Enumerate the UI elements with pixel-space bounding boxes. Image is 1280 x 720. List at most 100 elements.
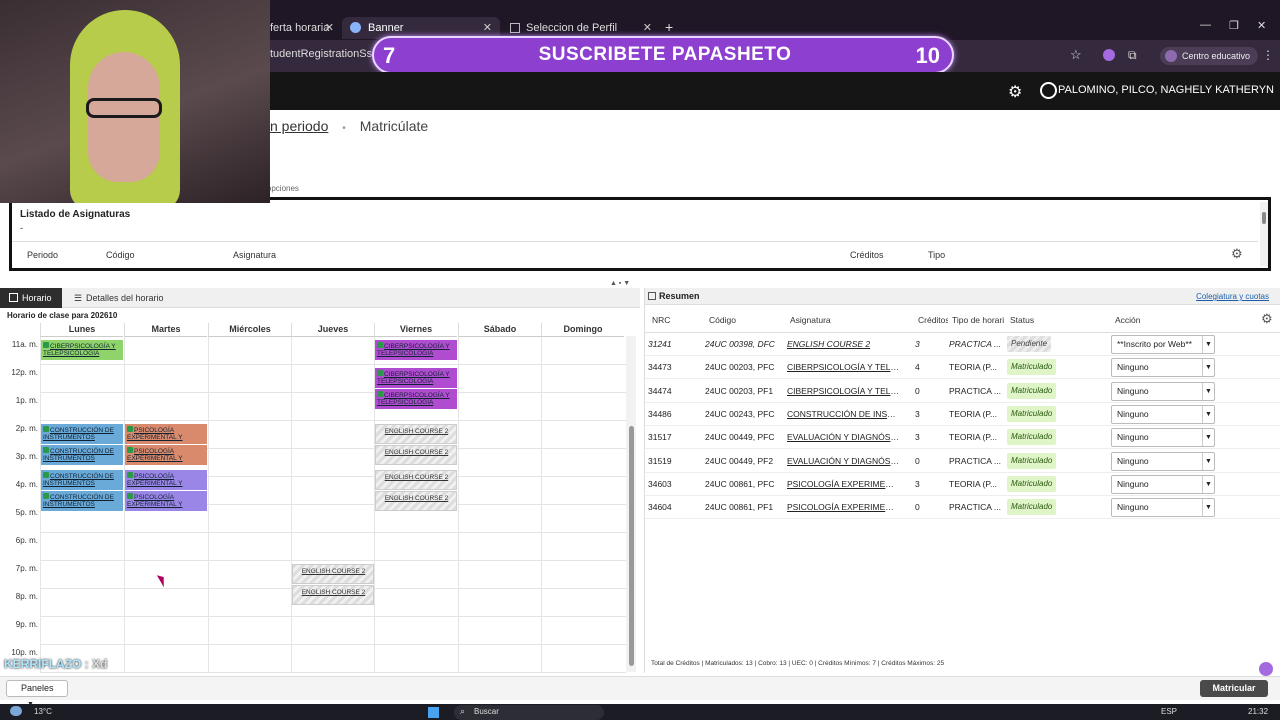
event-label: PSICOLOGÍA EXPERIMENTAL Y	[127, 494, 183, 509]
asignatura-cell[interactable]: EVALUACIÓN Y DIAGNÓSTIC...	[787, 456, 899, 466]
asignatura-cell[interactable]: EVALUACIÓN Y DIAGNÓSTIC...	[787, 432, 899, 442]
schedule-event[interactable]: CIBERPSICOLOGÍA Y TELEPSICOLOGÍA	[375, 368, 457, 388]
table-row[interactable]: 31241 24UC 00398, DFC ENGLISH COURSE 2 3 PRA…	[645, 333, 1280, 356]
table-row[interactable]: 34603 24UC 00861, PFC PSICOLOGÍA EXPERIMEN…	[645, 473, 1280, 496]
minimize-icon[interactable]: —	[1200, 19, 1211, 31]
accion-value: Ninguno	[1117, 432, 1149, 443]
star-icon[interactable]: ☆	[1070, 47, 1082, 63]
puzzle-icon[interactable]: ⧉	[1128, 48, 1137, 63]
user-name[interactable]: PALOMINO, PILCO, NAGHELY KATHERYN	[1058, 84, 1274, 96]
schedule-event[interactable]: CONSTRUCCIÓN DE INSTRUMENTOS	[41, 445, 123, 465]
asignatura-cell[interactable]: PSICOLOGÍA EXPERIMENTAL...	[787, 502, 899, 512]
close-window-icon[interactable]: ✕	[1257, 19, 1266, 32]
schedule-event[interactable]: CONSTRUCCIÓN DE INSTRUMENTOS	[41, 491, 123, 512]
schedule-event[interactable]: PSICOLOGÍA EXPERIMENTAL Y	[125, 470, 207, 491]
gear-icon[interactable]: ⚙	[1008, 82, 1022, 102]
col-codigo[interactable]: Código	[106, 250, 135, 260]
maximize-icon[interactable]: ❐	[1229, 19, 1239, 32]
windows-start-icon[interactable]	[428, 707, 439, 718]
schedule-event[interactable]: CONSTRUCCIÓN DE INSTRUMENTOS	[41, 470, 123, 491]
tab-oferta-horaria[interactable]: ferta horaria ✕	[262, 17, 342, 39]
assistant-icon[interactable]	[1259, 662, 1273, 676]
webcam-overlay	[0, 0, 270, 203]
col-tipo[interactable]: Tipo	[928, 250, 945, 260]
new-tab-icon[interactable]: +	[665, 19, 673, 35]
accion-select[interactable]: Ninguno ▼	[1111, 451, 1215, 471]
col-creditos[interactable]: Créditos	[918, 315, 948, 325]
avatar	[1165, 50, 1177, 62]
schedule-event[interactable]: PSICOLOGÍA EXPERIMENTAL Y	[125, 445, 207, 465]
tab-detalles-horario[interactable]: ☰ Detalles del horario	[72, 288, 164, 308]
search-box[interactable]: ⌕ Buscar	[454, 705, 604, 720]
creditos-cell: 0	[915, 455, 920, 466]
creditos-cell: 3	[915, 432, 920, 443]
table-row[interactable]: 34486 24UC 00243, PFC CONSTRUCCIÓN DE INST…	[645, 403, 1280, 426]
schedule-event[interactable]: ENGLISH COURSE 2	[375, 470, 457, 491]
col-tipo-horario[interactable]: Tipo de horario	[952, 315, 1004, 325]
table-row[interactable]: 34473 24UC 00203, PFC CIBERPSICOLOGÍA Y TE…	[645, 356, 1280, 380]
breadcrumb-link[interactable]: n periodo	[270, 118, 328, 134]
accion-select[interactable]: **Inscrito por Web** ▼	[1111, 335, 1215, 354]
accion-select[interactable]: Ninguno ▼	[1111, 404, 1215, 424]
weather-icon[interactable]	[10, 706, 22, 716]
schedule-event[interactable]: CIBERPSICOLOGÍA Y TELEPSICOLOGÍA	[41, 340, 123, 360]
user-icon[interactable]	[1040, 82, 1057, 99]
hour-label: 7p. m.	[15, 564, 38, 573]
splitter-handle[interactable]: ▲ ▪ ▼	[610, 280, 670, 288]
asignatura-cell[interactable]: ENGLISH COURSE 2	[787, 339, 899, 349]
col-periodo[interactable]: Periodo	[27, 250, 58, 260]
codigo-cell: 24UC 00203, PF1	[705, 385, 774, 396]
asignatura-cell[interactable]: CONSTRUCCIÓN DE INSTRU...	[787, 409, 899, 419]
table-row[interactable]: 31517 24UC 00449, PFC EVALUACIÓN Y DIAGNÓS…	[645, 426, 1280, 450]
extension-icon[interactable]	[1103, 49, 1115, 61]
schedule-scrollbar[interactable]	[626, 336, 636, 672]
gear-icon[interactable]: ⚙	[1231, 246, 1243, 262]
tab-label: Banner	[368, 22, 404, 34]
colegiatura-link[interactable]: Colegiatura y cuotas	[1196, 292, 1269, 301]
table-row[interactable]: 34474 24UC 00203, PF1 CIBERPSICOLOGÍA Y TE…	[645, 380, 1280, 403]
schedule-event[interactable]: PSICOLOGÍA EXPERIMENTAL Y	[125, 491, 207, 512]
col-creditos[interactable]: Créditos	[850, 250, 884, 260]
accion-select[interactable]: Ninguno ▼	[1111, 474, 1215, 494]
schedule-grid: Lunes Martes Miércoles Jueves Viernes Sábado D…	[0, 323, 626, 673]
codigo-cell: 24UC 00398, DFC	[705, 339, 775, 349]
schedule-event[interactable]: CIBERPSICOLOGÍA Y TELEPSICOLOGÍA	[375, 389, 457, 409]
scrollbar[interactable]	[1260, 202, 1268, 266]
gear-icon[interactable]: ⚙	[1261, 311, 1273, 327]
matricular-button[interactable]: Matricular	[1200, 680, 1268, 697]
col-asignatura[interactable]: Asignatura	[233, 250, 276, 260]
grid-column-line	[208, 337, 209, 673]
schedule-event[interactable]: ENGLISH COURSE 2	[375, 491, 457, 512]
col-nrc[interactable]: NRC	[652, 315, 670, 325]
table-row[interactable]: 31519 24UC 00449, PF2 EVALUACIÓN Y DIAGNÓS…	[645, 450, 1280, 473]
table-icon	[648, 292, 656, 300]
col-asignatura[interactable]: Asignatura	[790, 315, 831, 325]
close-icon[interactable]: ✕	[325, 17, 334, 39]
scroll-thumb[interactable]	[1262, 212, 1266, 224]
schedule-event[interactable]: ENGLISH COURSE 2	[375, 424, 457, 444]
accion-select[interactable]: Ninguno ▼	[1111, 428, 1215, 448]
schedule-event[interactable]: PSICOLOGÍA EXPERIMENTAL Y	[125, 424, 207, 444]
scroll-thumb[interactable]	[629, 426, 634, 666]
col-accion[interactable]: Acción	[1115, 315, 1141, 325]
asignatura-cell[interactable]: CIBERPSICOLOGÍA Y TELEP...	[787, 362, 899, 372]
asignatura-cell[interactable]: CIBERPSICOLOGÍA Y TELEP...	[787, 386, 899, 396]
profile-button[interactable]: Centro educativo	[1160, 47, 1259, 65]
chat-message: KERRIFLAZO : Xd	[4, 657, 107, 672]
accion-select[interactable]: Ninguno ▼	[1111, 381, 1215, 401]
col-codigo[interactable]: Código	[709, 315, 736, 325]
asignatura-cell[interactable]: PSICOLOGÍA EXPERIMENTAL...	[787, 479, 899, 489]
schedule-event[interactable]: ENGLISH COURSE 2	[375, 445, 457, 465]
schedule-event[interactable]: CONSTRUCCIÓN DE INSTRUMENTOS	[41, 424, 123, 444]
accion-select[interactable]: Ninguno ▼	[1111, 498, 1215, 518]
tab-horario[interactable]: Horario	[0, 288, 62, 308]
menu-dots-icon[interactable]: ⋮	[1262, 48, 1274, 62]
schedule-event[interactable]: ENGLISH COURSE 2	[292, 564, 374, 584]
schedule-event[interactable]: CIBERPSICOLOGÍA Y TELEPSICOLOGÍA	[375, 340, 457, 360]
col-status[interactable]: Status	[1010, 315, 1034, 325]
table-row[interactable]: 34604 24UC 00861, PF1 PSICOLOGÍA EXPERIMEN…	[645, 496, 1280, 520]
paneles-button[interactable]: Paneles ▼	[6, 680, 68, 708]
schedule-event[interactable]: ENGLISH COURSE 2	[292, 585, 374, 605]
day-header: Martes	[124, 323, 207, 337]
accion-select[interactable]: Ninguno ▼	[1111, 358, 1215, 378]
